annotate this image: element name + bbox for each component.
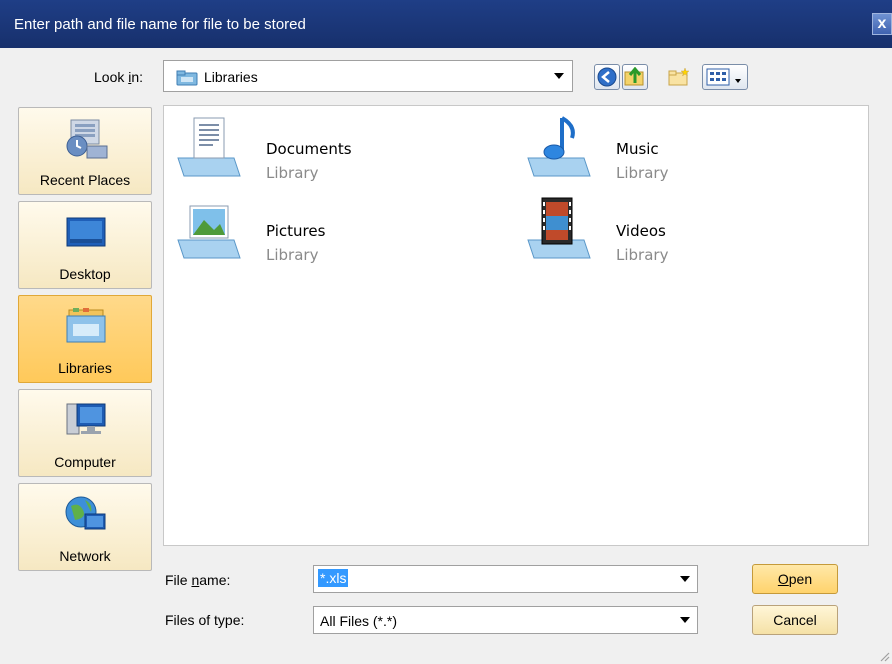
file-type: Library [266,164,319,182]
file-type-label: Files of type: [165,612,245,628]
place-network[interactable]: Network [18,483,152,571]
file-item-documents[interactable]: Documents Library [174,114,474,184]
title-bar: Enter path and file name for file to be … [0,0,892,48]
file-name-combo[interactable]: *.xls [313,565,698,593]
close-button[interactable]: x [872,13,892,35]
view-menu-icon [706,68,741,86]
recent-places-icon [66,119,108,159]
cancel-button[interactable]: Cancel [752,605,838,635]
place-recent-places[interactable]: Recent Places [18,107,152,195]
place-computer[interactable]: Computer [18,389,152,477]
chevron-down-icon[interactable] [673,566,697,592]
file-type: Library [616,246,669,264]
look-in-value: Libraries [204,69,258,85]
place-desktop[interactable]: Desktop [18,201,152,289]
file-item-music[interactable]: Music Library [524,114,824,184]
file-type-value: All Files (*.*) [320,613,398,629]
videos-library-icon [527,197,591,259]
file-type: Library [616,164,669,182]
open-button[interactable]: Open [752,564,838,594]
back-button[interactable] [594,64,620,90]
music-library-icon [527,116,591,177]
file-name: Videos [616,222,666,240]
file-name: Music [616,140,659,158]
file-name-label: File name: [165,572,231,588]
chevron-down-icon[interactable] [673,607,697,633]
file-name-input[interactable]: *.xls [318,569,349,587]
file-item-pictures[interactable]: Pictures Library [174,196,474,266]
look-in-label: Look in: [94,69,144,85]
new-folder-icon [668,67,690,86]
up-folder-icon [624,67,644,86]
place-label: Libraries [58,360,112,376]
place-label: Recent Places [39,172,131,188]
network-icon [65,496,106,530]
new-folder-button[interactable] [666,64,692,90]
up-folder-button[interactable] [622,64,648,90]
file-list-view[interactable]: Documents Library Music Library Pictures… [163,105,869,546]
file-item-videos[interactable]: Videos Library [524,196,824,266]
libraries-icon [66,308,106,343]
place-label: Desktop [59,266,111,282]
resize-grip-icon[interactable] [878,650,890,662]
file-type: Library [266,246,319,264]
file-name: Pictures [266,222,326,240]
place-label: Network [59,548,111,564]
file-type-select[interactable]: All Files (*.*) [313,606,698,634]
file-name: Documents [266,140,352,158]
place-libraries[interactable]: Libraries [18,295,152,383]
documents-library-icon [177,117,241,177]
view-menu-button[interactable] [702,64,748,90]
pictures-library-icon [177,205,241,259]
computer-icon [66,403,106,435]
back-icon [597,67,617,87]
libraries-folder-icon [176,70,198,86]
look-in-combo[interactable]: Libraries [163,60,573,92]
chevron-down-icon[interactable] [546,61,572,91]
close-icon: x [877,15,887,32]
place-label: Computer [54,454,116,470]
desktop-icon [66,217,106,247]
dialog-title: Enter path and file name for file to be … [14,16,306,33]
